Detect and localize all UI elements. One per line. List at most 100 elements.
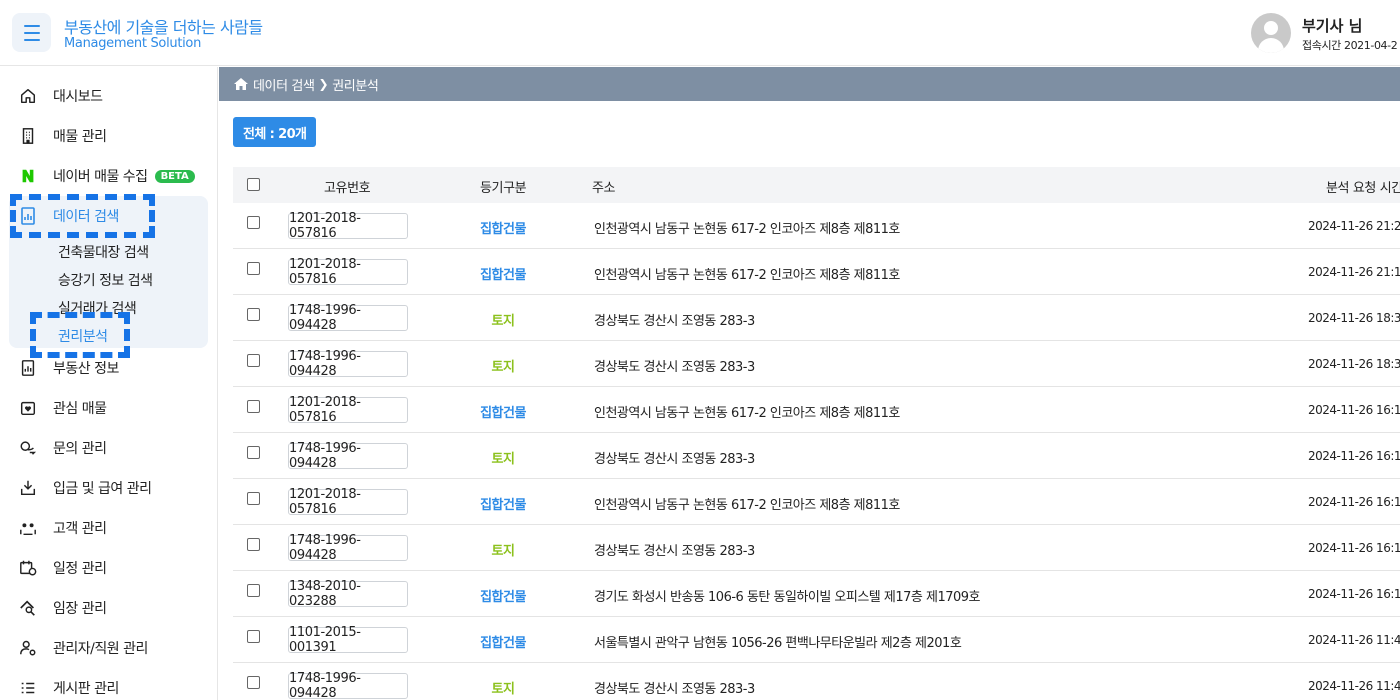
- unique-number[interactable]: 1748-1996-094428: [288, 349, 408, 379]
- table-row[interactable]: 1748-1996-094428 토지 경상북도 경산시 조영동 283-3 2024…: [233, 341, 1400, 387]
- sidebar-item-schedule[interactable]: 일정 관리: [18, 556, 107, 580]
- rights-analysis-table: 고유번호 등기구분 주소 분석 요청 시간 1201-2018-057816 집합…: [233, 167, 1400, 700]
- registry-kind: 집합건물: [480, 498, 526, 513]
- chart-doc-icon: [18, 358, 38, 378]
- row-checkbox[interactable]: [247, 308, 260, 321]
- login-time: 접속시간 2021-04-2: [1302, 39, 1398, 52]
- sidebar-item-board[interactable]: 게시판 관리: [18, 676, 119, 700]
- table-row[interactable]: 1201-2018-057816 집합건물 인천광역시 남동구 논현동 617-2 …: [233, 203, 1400, 249]
- sidebar-item-data-search[interactable]: 데이터 검색: [18, 206, 119, 226]
- submenu-real-price[interactable]: 실거래가 검색: [58, 298, 137, 318]
- table-row[interactable]: 1748-1996-094428 토지 경상북도 경산시 조영동 283-3 2024…: [233, 433, 1400, 479]
- request-time: 2024-11-26 21:24: [1308, 219, 1400, 233]
- sidebar-item-label: 부동산 정보: [53, 361, 119, 377]
- row-checkbox[interactable]: [247, 354, 260, 367]
- request-time: 2024-11-26 16:17: [1308, 587, 1400, 601]
- unique-number[interactable]: 1748-1996-094428: [288, 671, 408, 700]
- table-row[interactable]: 1201-2018-057816 집합건물 인천광역시 남동구 논현동 617-2 …: [233, 387, 1400, 433]
- user-avatar[interactable]: [1251, 13, 1291, 53]
- unique-number[interactable]: 1101-2015-001391: [288, 625, 408, 655]
- unique-number[interactable]: 1201-2018-057816: [288, 211, 408, 241]
- sidebar-item-naver[interactable]: 네이버 매물 수집 BETA: [18, 164, 195, 188]
- hamburger-menu-button[interactable]: [12, 13, 51, 52]
- address: 경상북도 경산시 조영동 283-3: [594, 544, 755, 559]
- request-time: 2024-11-26 18:31: [1308, 357, 1400, 371]
- column-header-id: 고유번호: [324, 181, 371, 196]
- breadcrumb-current: 권리분석: [332, 78, 379, 94]
- table-row[interactable]: 1748-1996-094428 토지 경상북도 경산시 조영동 283-3 2024…: [233, 295, 1400, 341]
- sidebar-item-site-visits[interactable]: 임장 관리: [18, 596, 107, 620]
- column-header-address: 주소: [592, 181, 616, 196]
- address: 인천광역시 남동구 논현동 617-2 인코아즈 제8층 제811호: [594, 222, 900, 237]
- select-all-checkbox[interactable]: [247, 178, 260, 191]
- registry-kind: 집합건물: [480, 636, 526, 651]
- request-time: 2024-11-26 11:44: [1308, 679, 1400, 693]
- breadcrumb: 데이터 검색 ❯ 권리분석: [219, 67, 1400, 101]
- registry-kind: 집합건물: [480, 406, 526, 421]
- table-row[interactable]: 1201-2018-057816 집합건물 인천광역시 남동구 논현동 617-2 …: [233, 479, 1400, 525]
- table-row[interactable]: 1201-2018-057816 집합건물 인천광역시 남동구 논현동 617-2 …: [233, 249, 1400, 295]
- home-icon[interactable]: [233, 76, 249, 92]
- unique-number[interactable]: 1201-2018-057816: [288, 487, 408, 517]
- column-header-kind: 등기구분: [480, 181, 527, 196]
- submenu-rights-analysis[interactable]: 권리분석: [58, 326, 108, 346]
- user-gear-icon: [18, 638, 38, 658]
- unique-number[interactable]: 1348-2010-023288: [288, 579, 408, 609]
- registry-kind: 토지: [491, 314, 515, 329]
- customers-icon: [18, 518, 38, 538]
- unique-number[interactable]: 1201-2018-057816: [288, 257, 408, 287]
- breadcrumb-parent[interactable]: 데이터 검색: [253, 75, 315, 94]
- naver-n-icon: [18, 166, 38, 186]
- beta-badge: BETA: [154, 169, 195, 183]
- chat-icon: [18, 438, 38, 458]
- sidebar-item-label: 입금 및 급여 관리: [53, 481, 152, 497]
- row-checkbox[interactable]: [247, 216, 260, 229]
- row-checkbox[interactable]: [247, 400, 260, 413]
- heart-folder-icon: [18, 398, 38, 418]
- table-row[interactable]: 1348-2010-023288 집합건물 경기도 화성시 반송동 106-6 동탄…: [233, 571, 1400, 617]
- avatar-body-icon: [1258, 38, 1284, 53]
- table-row[interactable]: 1748-1996-094428 토지 경상북도 경산시 조영동 283-3 2024…: [233, 525, 1400, 571]
- sidebar-item-label: 네이버 매물 수집: [53, 169, 148, 185]
- calendar-clock-icon: [18, 558, 38, 578]
- sidebar-item-label: 매물 관리: [53, 129, 107, 145]
- row-checkbox[interactable]: [247, 492, 260, 505]
- registry-kind: 토지: [491, 544, 515, 559]
- sidebar-item-customers[interactable]: 고객 관리: [18, 516, 107, 540]
- address: 인천광역시 남동구 논현동 617-2 인코아즈 제8층 제811호: [594, 406, 900, 421]
- sidebar-item-listings[interactable]: 매물 관리: [18, 124, 107, 148]
- sidebar-item-staff[interactable]: 관리자/직원 관리: [18, 636, 148, 660]
- row-checkbox[interactable]: [247, 262, 260, 275]
- sidebar-item-label: 고객 관리: [53, 521, 107, 537]
- sidebar-item-payments[interactable]: 입금 및 급여 관리: [18, 476, 152, 500]
- sidebar-item-label: 문의 관리: [53, 441, 107, 457]
- unique-number[interactable]: 1748-1996-094428: [288, 441, 408, 471]
- row-checkbox[interactable]: [247, 676, 260, 689]
- submenu-building-register[interactable]: 건축물대장 검색: [58, 242, 149, 262]
- avatar-head-icon: [1264, 21, 1278, 35]
- total-count-badge: 전체 : 20개: [233, 117, 317, 147]
- table-row[interactable]: 1101-2015-001391 집합건물 서울특별시 관악구 남현동 1056-2…: [233, 617, 1400, 663]
- row-checkbox[interactable]: [247, 630, 260, 643]
- table-row[interactable]: 1748-1996-094428 토지 경상북도 경산시 조영동 283-3 2024…: [233, 663, 1400, 700]
- registry-kind: 토지: [491, 360, 515, 375]
- request-time: 2024-11-26 18:32: [1308, 311, 1400, 325]
- address: 경상북도 경산시 조영동 283-3: [594, 682, 755, 697]
- sidebar-item-real-estate-info[interactable]: 부동산 정보: [18, 356, 119, 380]
- unique-number[interactable]: 1201-2018-057816: [288, 395, 408, 425]
- registry-kind: 토지: [491, 452, 515, 467]
- sidebar-item-favorites[interactable]: 관심 매물: [18, 396, 107, 420]
- sidebar-item-dashboard[interactable]: 대시보드: [18, 84, 103, 108]
- download-tray-icon: [18, 478, 38, 498]
- user-name: 부기사 님: [1302, 17, 1363, 35]
- sidebar-item-inquiries[interactable]: 문의 관리: [18, 436, 107, 460]
- row-checkbox[interactable]: [247, 584, 260, 597]
- row-checkbox[interactable]: [247, 446, 260, 459]
- submenu-elevator-info[interactable]: 승강기 정보 검색: [58, 270, 153, 290]
- top-header: 부동산에 기술을 더하는 사람들 Management Solution 부기사…: [0, 0, 1400, 66]
- sidebar-item-label: 게시판 관리: [53, 681, 119, 697]
- row-checkbox[interactable]: [247, 538, 260, 551]
- unique-number[interactable]: 1748-1996-094428: [288, 303, 408, 333]
- unique-number[interactable]: 1748-1996-094428: [288, 533, 408, 563]
- sidebar-item-label: 데이터 검색: [53, 209, 119, 225]
